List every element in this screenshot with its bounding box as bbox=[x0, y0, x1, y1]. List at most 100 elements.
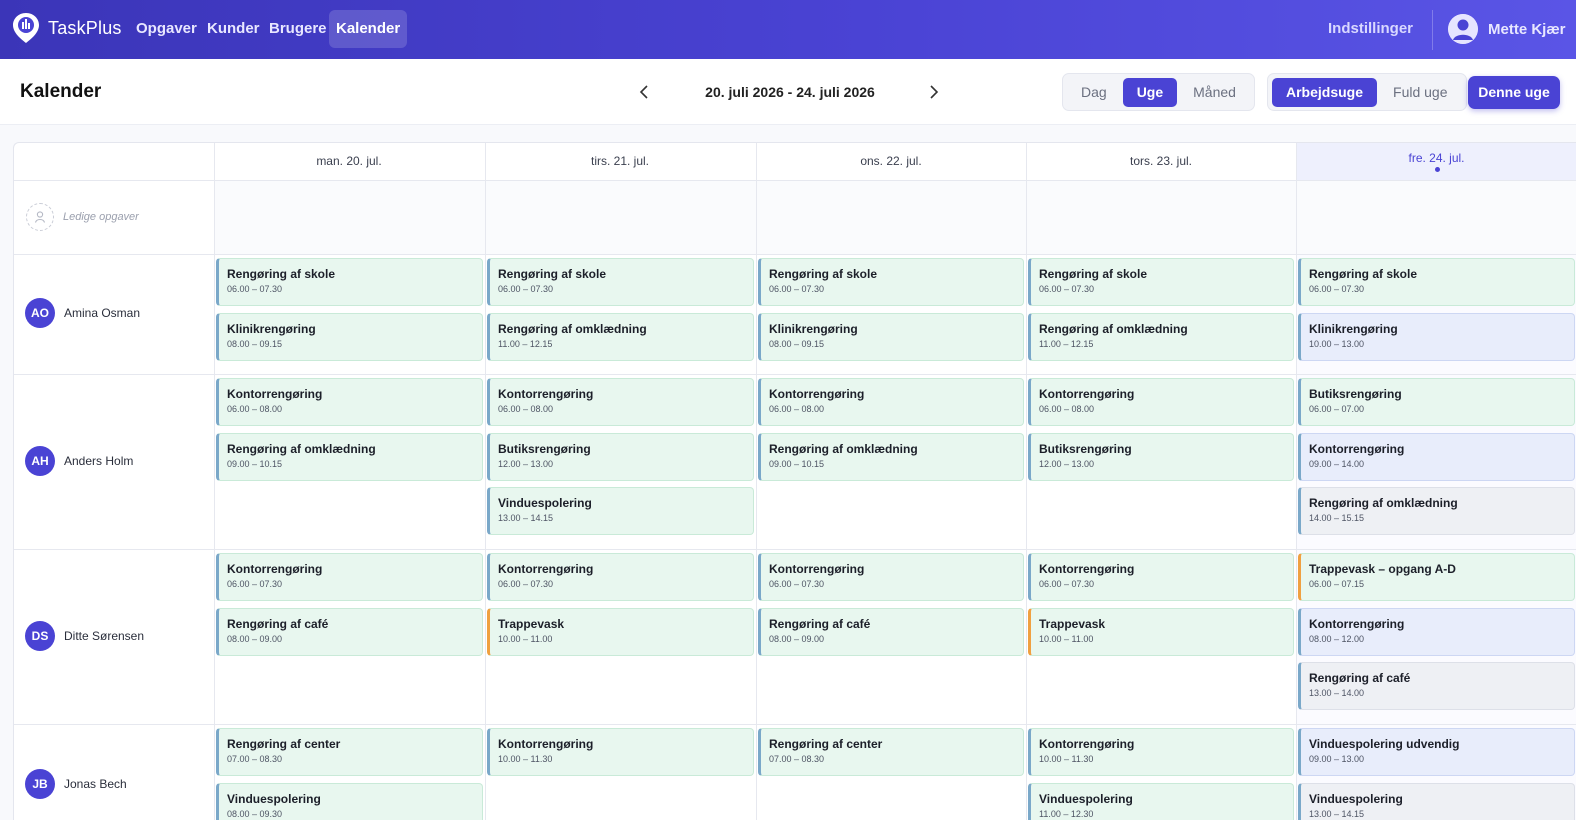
task-card[interactable]: Rengøring af skole 06.00 – 07.30 bbox=[758, 258, 1024, 306]
user-menu[interactable]: Mette Kjær bbox=[1448, 14, 1566, 44]
week-type-switcher: Arbejdsuge Fuld uge bbox=[1267, 73, 1467, 111]
task-card[interactable]: Trappevask 10.00 – 11.00 bbox=[1028, 607, 1294, 656]
task-title: Vinduespolering bbox=[498, 496, 592, 510]
task-time: 11.00 – 12.15 bbox=[498, 338, 553, 349]
settings-link[interactable]: Indstillinger bbox=[1314, 10, 1427, 48]
brand[interactable]: TaskPlus bbox=[12, 12, 122, 44]
nav-kunder[interactable]: Kunder bbox=[200, 10, 267, 48]
task-time: 12.00 – 13.00 bbox=[1039, 458, 1095, 469]
grid-column-line bbox=[214, 143, 215, 820]
task-card[interactable]: Butiksrengøring 06.00 – 07.00 bbox=[1298, 378, 1575, 426]
nav-kalender[interactable]: Kalender bbox=[329, 10, 408, 48]
task-title: Rengøring af center bbox=[227, 737, 341, 751]
avatar: AO bbox=[25, 298, 55, 328]
view-month-button[interactable]: Måned bbox=[1179, 78, 1250, 107]
task-title: Rengøring af café bbox=[227, 616, 329, 631]
unassigned-row bbox=[214, 181, 1576, 254]
view-day-button[interactable]: Dag bbox=[1067, 78, 1121, 107]
task-card[interactable]: Rengøring af café 08.00 – 09.00 bbox=[216, 607, 483, 656]
task-card[interactable]: Rengøring af center 07.00 – 08.30 bbox=[758, 728, 1024, 776]
task-card[interactable]: Trappevask 10.00 – 11.00 bbox=[487, 607, 754, 656]
employee-jonas-bech[interactable]: JB Jonas Bech bbox=[25, 769, 127, 799]
task-card[interactable]: Vinduespolering 13.00 – 14.15 bbox=[1298, 782, 1575, 820]
task-card[interactable]: Klinikrengøring 08.00 – 09.15 bbox=[216, 312, 483, 361]
task-time: 08.00 – 09.30 bbox=[227, 808, 283, 819]
work-week-button[interactable]: Arbejdsuge bbox=[1272, 77, 1378, 107]
task-title: Vinduespolering bbox=[1039, 791, 1133, 806]
task-card[interactable]: Butiksrengøring 12.00 – 13.00 bbox=[1028, 432, 1294, 481]
employee-name: Jonas Bech bbox=[64, 777, 127, 791]
user-name: Mette Kjær bbox=[1488, 20, 1566, 38]
task-card[interactable]: Rengøring af skole 06.00 – 07.30 bbox=[1028, 258, 1294, 306]
task-card[interactable]: Rengøring af omklædning 11.00 – 12.15 bbox=[1028, 312, 1294, 361]
task-card[interactable]: Rengøring af skole 06.00 – 07.30 bbox=[487, 258, 754, 306]
task-card[interactable]: Rengøring af omklædning 11.00 – 12.15 bbox=[487, 312, 754, 361]
task-card[interactable]: Vinduespolering udvendig 09.00 – 13.00 bbox=[1298, 728, 1575, 776]
task-card[interactable]: Kontorrengøring 06.00 – 07.30 bbox=[758, 553, 1024, 601]
task-card[interactable]: Rengøring af café 13.00 – 14.00 bbox=[1298, 662, 1575, 710]
task-card[interactable]: Rengøring af skole 06.00 – 07.30 bbox=[216, 258, 483, 306]
task-card[interactable]: Kontorrengøring 10.00 – 11.30 bbox=[1028, 728, 1294, 776]
task-title: Vinduespolering bbox=[227, 791, 321, 806]
task-title: Rengøring af café bbox=[769, 616, 871, 631]
task-card[interactable]: Vinduespolering 11.00 – 12.30 bbox=[1028, 782, 1294, 820]
task-title: Kontorrengøring bbox=[1039, 737, 1135, 751]
task-title: Rengøring af café bbox=[1309, 671, 1411, 685]
task-title: Kontorrengøring bbox=[769, 387, 865, 401]
employee-name: Ditte Sørensen bbox=[64, 629, 145, 643]
grid-row-line bbox=[14, 374, 1576, 375]
task-card[interactable]: Kontorrengøring 06.00 – 08.00 bbox=[758, 378, 1024, 426]
task-card[interactable]: Kontorrengøring 06.00 – 07.30 bbox=[1028, 553, 1294, 601]
task-card[interactable]: Kontorrengøring 08.00 – 12.00 bbox=[1298, 607, 1575, 656]
task-card[interactable]: Kontorrengøring 06.00 – 07.30 bbox=[487, 553, 754, 601]
employee-anders-holm[interactable]: AH Anders Holm bbox=[25, 446, 133, 476]
task-title: Rengøring af omklædning bbox=[498, 321, 647, 336]
task-time: 08.00 – 09.00 bbox=[769, 633, 825, 644]
task-card[interactable]: Kontorrengøring 06.00 – 07.30 bbox=[216, 553, 483, 601]
view-week-button[interactable]: Uge bbox=[1122, 77, 1178, 107]
view-switcher: Dag Uge Måned bbox=[1062, 73, 1255, 111]
task-card[interactable]: Vinduespolering 13.00 – 14.15 bbox=[487, 487, 754, 535]
task-title: Kontorrengøring bbox=[1309, 441, 1405, 456]
nav-opgaver[interactable]: Opgaver bbox=[129, 10, 204, 48]
task-title: Rengøring af skole bbox=[227, 267, 336, 281]
task-time: 13.00 – 14.15 bbox=[1309, 808, 1365, 819]
task-card[interactable]: Klinikrengøring 10.00 – 13.00 bbox=[1298, 312, 1575, 361]
nav-brugere[interactable]: Brugere bbox=[262, 10, 334, 48]
task-title: Klinikrengøring bbox=[769, 321, 858, 336]
task-card[interactable]: Rengøring af center 07.00 – 08.30 bbox=[216, 728, 483, 776]
next-week-button[interactable] bbox=[920, 78, 948, 106]
task-card[interactable]: Kontorrengøring 06.00 – 08.00 bbox=[216, 378, 483, 426]
task-title: Rengøring af skole bbox=[498, 267, 607, 281]
employee-amina-osman[interactable]: AO Amina Osman bbox=[25, 298, 140, 328]
employee-ditte-soerensen[interactable]: DS Ditte Sørensen bbox=[25, 621, 144, 651]
task-time: 11.00 – 12.30 bbox=[1039, 808, 1094, 819]
task-card[interactable]: Rengøring af omklædning 09.00 – 10.15 bbox=[758, 432, 1024, 481]
task-card[interactable]: Vinduespolering 08.00 – 09.30 bbox=[216, 782, 483, 820]
task-card[interactable]: Kontorrengøring 09.00 – 14.00 bbox=[1298, 432, 1575, 481]
task-time: 06.00 – 08.00 bbox=[227, 404, 283, 414]
task-time: 08.00 – 09.00 bbox=[227, 633, 283, 644]
task-card[interactable]: Klinikrengøring 08.00 – 09.15 bbox=[758, 312, 1024, 361]
task-card[interactable]: Rengøring af omklædning 14.00 – 15.15 bbox=[1298, 487, 1575, 535]
task-card[interactable]: Rengøring af skole 06.00 – 07.30 bbox=[1298, 258, 1575, 306]
task-card[interactable]: Rengøring af omklædning 09.00 – 10.15 bbox=[216, 432, 483, 481]
full-week-button[interactable]: Fuld uge bbox=[1379, 78, 1461, 107]
task-card[interactable]: Rengøring af café 08.00 – 09.00 bbox=[758, 607, 1024, 656]
grid-row-line bbox=[14, 180, 1576, 181]
task-card[interactable]: Kontorrengøring 10.00 – 11.30 bbox=[487, 728, 754, 776]
this-week-button[interactable]: Denne uge bbox=[1468, 76, 1560, 109]
task-card[interactable]: Trappevask – opgang A-D 06.00 – 07.15 bbox=[1298, 553, 1575, 601]
task-time: 06.00 – 07.30 bbox=[498, 579, 554, 589]
task-title: Kontorrengøring bbox=[498, 387, 594, 401]
task-title: Kontorrengøring bbox=[1039, 562, 1135, 576]
unassigned-user-icon bbox=[26, 203, 54, 231]
previous-week-button[interactable] bbox=[630, 78, 658, 106]
task-card[interactable]: Kontorrengøring 06.00 – 08.00 bbox=[487, 378, 754, 426]
task-title: Rengøring af omklædning bbox=[1039, 321, 1188, 336]
task-time: 12.00 – 13.00 bbox=[498, 458, 554, 469]
task-card[interactable]: Kontorrengøring 06.00 – 08.00 bbox=[1028, 378, 1294, 426]
task-title: Kontorrengøring bbox=[498, 737, 594, 751]
task-time: 07.00 – 08.30 bbox=[769, 754, 825, 764]
task-card[interactable]: Butiksrengøring 12.00 – 13.00 bbox=[487, 432, 754, 481]
